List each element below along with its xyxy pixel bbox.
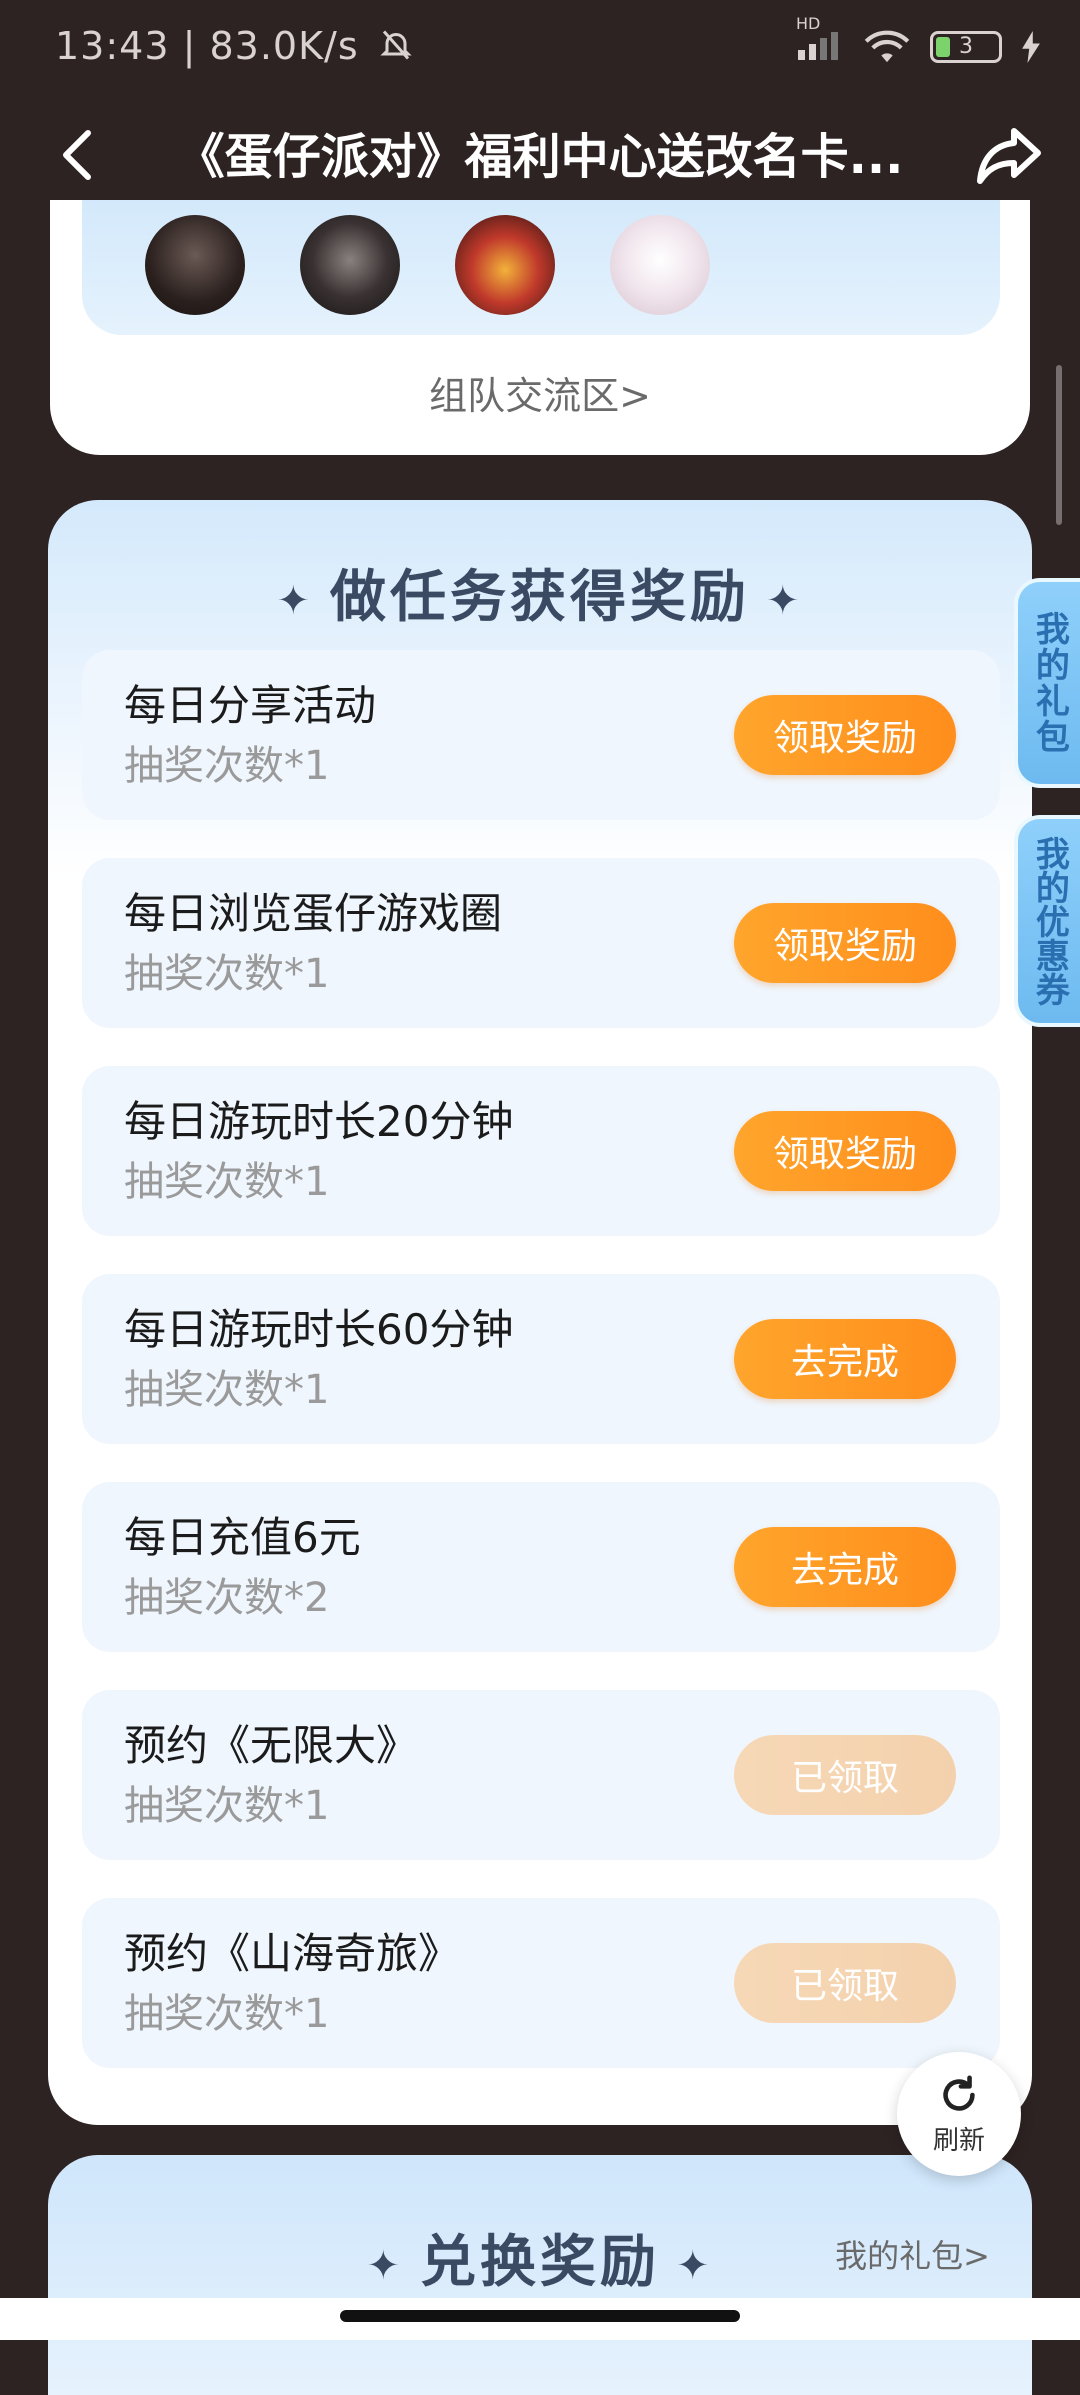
task-reward: 抽奖次数*1 <box>124 951 330 997</box>
tasks-card: ✦ 做任务获得奖励 ✦ 每日分享活动 抽奖次数*1 领取奖励 每日浏览蛋仔游戏圈 抽… <box>48 500 1032 2125</box>
task-row: 每日充值6元 抽奖次数*2 去完成 <box>82 1482 1000 1652</box>
claimed-button: 已领取 <box>734 1943 956 2023</box>
home-indicator[interactable] <box>340 2310 740 2322</box>
go-complete-button[interactable]: 去完成 <box>734 1319 956 1399</box>
signal-icon: HD <box>796 14 844 65</box>
task-name: 每日分享活动 <box>124 681 377 730</box>
task-name: 每日游玩时长20分钟 <box>124 1097 514 1146</box>
sparkle-icon: ✦ <box>366 2242 404 2289</box>
task-row: 每日游玩时长20分钟 抽奖次数*1 领取奖励 <box>82 1066 1000 1236</box>
sparkle-icon: ✦ <box>676 2242 714 2289</box>
claim-reward-button[interactable]: 领取奖励 <box>734 695 956 775</box>
team-chat-link[interactable]: 组队交流区> <box>50 365 1030 420</box>
go-complete-button[interactable]: 去完成 <box>734 1527 956 1607</box>
task-reward: 抽奖次数*1 <box>124 1367 330 1413</box>
my-coupons-tab[interactable]: 我的优惠券 <box>1014 815 1080 1027</box>
task-name: 预约《山海奇旅》 <box>124 1929 461 1978</box>
sparkle-icon: ✦ <box>766 577 804 624</box>
task-reward: 抽奖次数*1 <box>124 1783 330 1829</box>
scrollbar[interactable] <box>1056 365 1062 525</box>
avatar[interactable] <box>455 215 555 315</box>
task-reward: 抽奖次数*1 <box>124 1159 330 1205</box>
my-gifts-tab[interactable]: 我的礼包 <box>1014 578 1080 788</box>
task-reward: 抽奖次数*1 <box>124 743 330 789</box>
exchange-card: ✦ 兑换奖励 ✦ 我的礼包> <box>48 2155 1032 2395</box>
task-name: 预约《无限大》 <box>124 1721 419 1770</box>
wifi-icon <box>864 30 910 62</box>
task-name: 每日浏览蛋仔游戏圈 <box>124 889 503 938</box>
share-button[interactable] <box>970 115 1050 195</box>
task-reward: 抽奖次数*2 <box>124 1575 330 1621</box>
task-row: 每日游玩时长60分钟 抽奖次数*1 去完成 <box>82 1274 1000 1444</box>
page-title: 《蛋仔派对》福利中心送改名卡... <box>176 129 904 185</box>
team-avatars-strip <box>82 200 1000 335</box>
refresh-label: 刷新 <box>932 2125 985 2156</box>
task-reward: 抽奖次数*1 <box>124 1991 330 2037</box>
claimed-button: 已领取 <box>734 1735 956 1815</box>
battery-icon: 3 <box>930 30 1002 63</box>
status-bar: 13:43 | 83.0K/s HD 3 <box>0 0 1080 95</box>
charging-icon <box>1022 30 1040 63</box>
refresh-button[interactable]: 刷新 <box>897 2052 1021 2176</box>
task-row: 预约《山海奇旅》 抽奖次数*1 已领取 <box>82 1898 1000 2068</box>
mute-bell-icon <box>380 30 412 60</box>
avatar[interactable] <box>300 215 400 315</box>
task-row: 每日分享活动 抽奖次数*1 领取奖励 <box>82 650 1000 820</box>
sparkle-icon: ✦ <box>276 577 314 624</box>
task-row: 每日浏览蛋仔游戏圈 抽奖次数*1 领取奖励 <box>82 858 1000 1028</box>
task-name: 每日游玩时长60分钟 <box>124 1305 514 1354</box>
my-coupons-label: 我的优惠券 <box>1029 836 1070 1006</box>
claim-reward-button[interactable]: 领取奖励 <box>734 903 956 983</box>
share-icon <box>977 128 1041 184</box>
status-time: 13:43 | 83.0K/s <box>55 24 414 68</box>
back-arrow-icon <box>63 130 91 180</box>
tasks-section-title: ✦ 做任务获得奖励 ✦ <box>276 565 804 630</box>
refresh-icon <box>943 2074 975 2111</box>
task-name: 每日充值6元 <box>124 1513 361 1562</box>
my-gifts-label: 我的礼包 <box>1029 611 1070 755</box>
task-row: 预约《无限大》 抽奖次数*1 已领取 <box>82 1690 1000 1860</box>
team-card: 组队交流区> <box>50 200 1030 455</box>
claim-reward-button[interactable]: 领取奖励 <box>734 1111 956 1191</box>
avatar[interactable] <box>145 215 245 315</box>
my-gifts-link[interactable]: 我的礼包> <box>835 2231 990 2277</box>
avatar[interactable] <box>610 215 710 315</box>
back-button[interactable] <box>40 115 120 195</box>
